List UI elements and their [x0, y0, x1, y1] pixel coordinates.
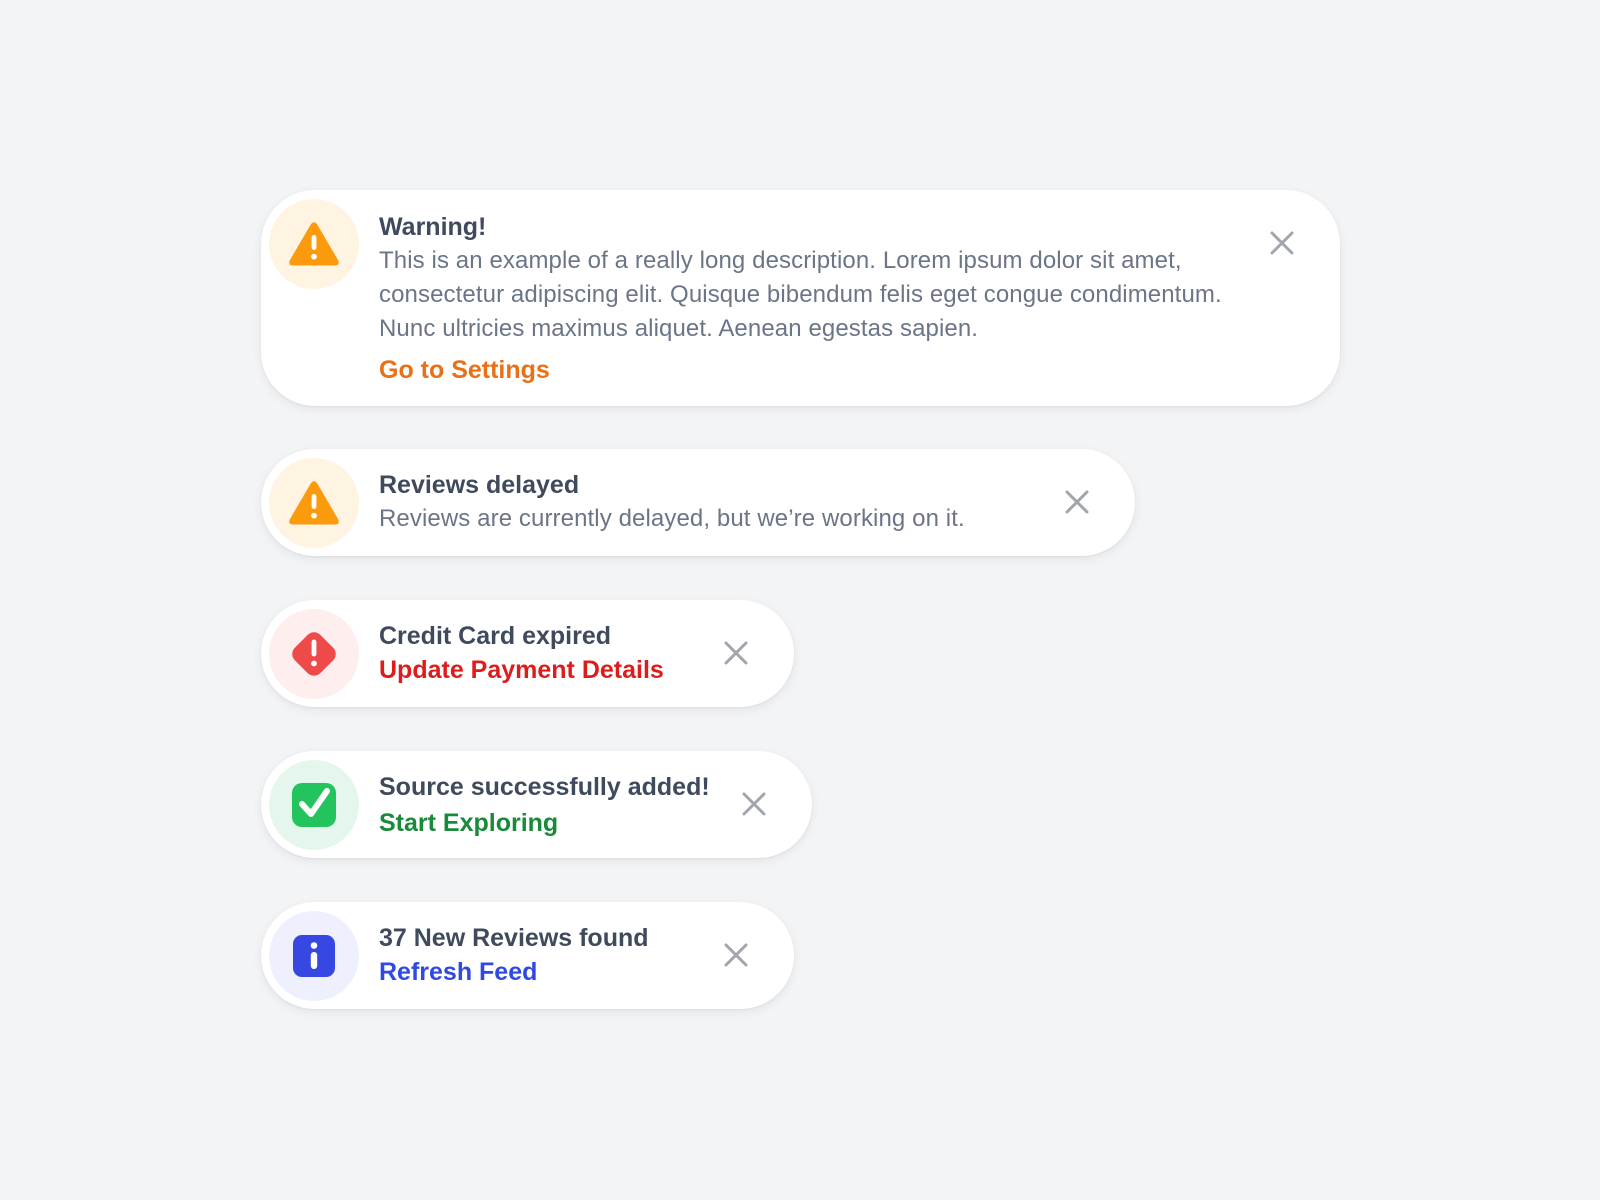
new-reviews-toast: 37 New Reviews found Refresh Feed — [261, 902, 794, 1009]
notification-title: 37 New Reviews found — [379, 924, 649, 952]
close-button[interactable] — [1059, 484, 1095, 520]
warning-triangle-icon — [289, 481, 339, 525]
close-icon — [724, 943, 748, 967]
credit-card-expired-content: Credit Card expired Update Payment Detai… — [379, 619, 664, 687]
reviews-delayed-content: Reviews delayed Reviews are currently de… — [379, 468, 1059, 536]
info-icon-badge — [269, 911, 359, 1001]
notification-title: Warning! — [379, 213, 487, 241]
close-button[interactable] — [718, 635, 754, 671]
source-added-content: Source successfully added! Start Explori… — [379, 770, 710, 840]
warning-toast-content: Warning! This is an example of a really … — [379, 210, 1229, 387]
notification-description: Reviews are currently delayed, but we’re… — [379, 505, 965, 532]
error-icon-badge — [269, 609, 359, 699]
warning-icon-badge — [269, 199, 359, 289]
close-icon — [742, 792, 766, 816]
close-icon — [724, 641, 748, 665]
refresh-feed-link[interactable]: Refresh Feed — [379, 955, 649, 989]
notification-title: Reviews delayed — [379, 471, 580, 499]
source-added-toast: Source successfully added! Start Explori… — [261, 751, 812, 858]
start-exploring-link[interactable]: Start Exploring — [379, 806, 710, 840]
close-icon — [1270, 231, 1294, 255]
close-button[interactable] — [736, 786, 772, 822]
notification-description: This is an example of a really long desc… — [379, 247, 1222, 342]
info-icon — [293, 935, 335, 977]
error-diamond-icon — [292, 632, 336, 676]
reviews-delayed-toast: Reviews delayed Reviews are currently de… — [261, 449, 1135, 556]
close-button[interactable] — [1264, 225, 1300, 261]
success-check-icon — [292, 783, 336, 827]
credit-card-expired-toast: Credit Card expired Update Payment Detai… — [261, 600, 794, 707]
notification-title: Source successfully added! — [379, 773, 710, 801]
update-payment-details-link[interactable]: Update Payment Details — [379, 653, 664, 687]
success-icon-badge — [269, 760, 359, 850]
new-reviews-content: 37 New Reviews found Refresh Feed — [379, 921, 649, 989]
close-button[interactable] — [718, 937, 754, 973]
go-to-settings-link[interactable]: Go to Settings — [379, 353, 1229, 387]
close-icon — [1065, 490, 1089, 514]
warning-triangle-icon — [289, 222, 339, 266]
warning-icon-badge — [269, 458, 359, 548]
warning-toast: Warning! This is an example of a really … — [261, 190, 1340, 406]
notification-title: Credit Card expired — [379, 622, 612, 650]
